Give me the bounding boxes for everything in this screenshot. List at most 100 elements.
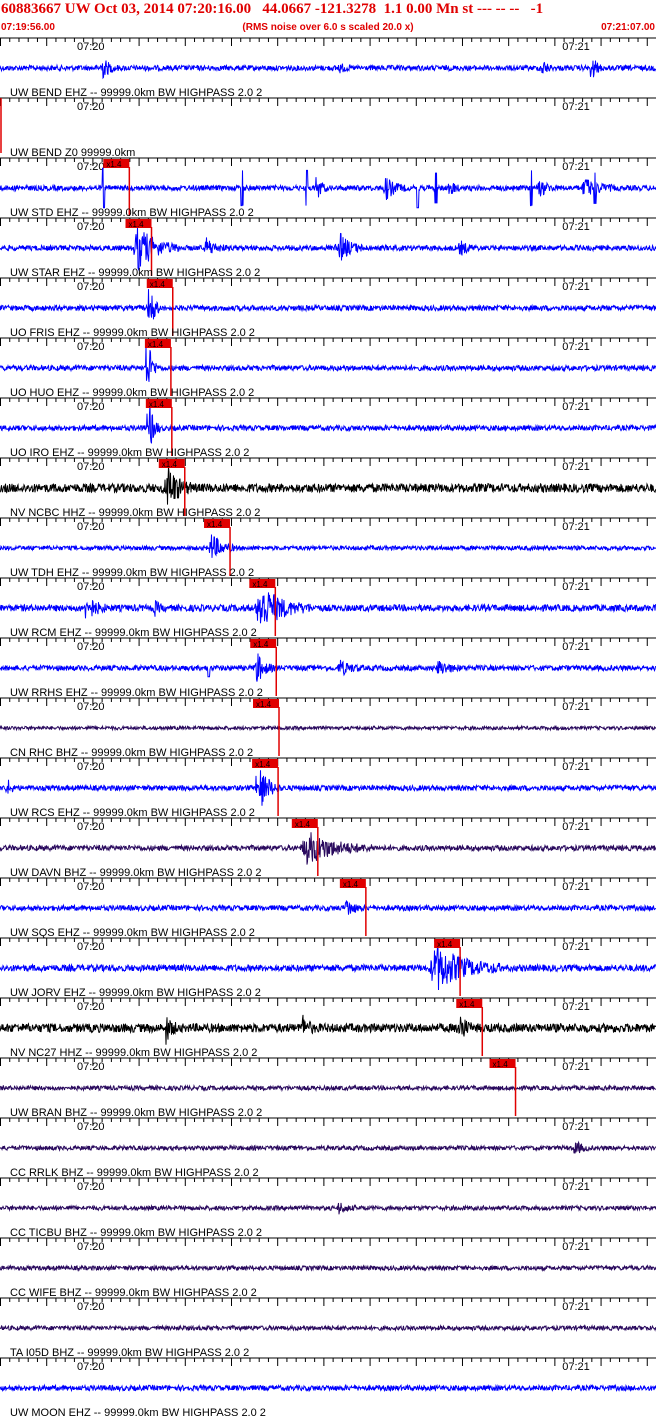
station-label: UW RCS EHZ -- 99999.0km BW HIGHPASS 2.0 … <box>10 807 255 819</box>
pick-flag-label: x1.4 <box>253 640 269 649</box>
time-tick-label: 07:20 <box>77 161 105 173</box>
pick-flag-label: x1.4 <box>207 520 223 529</box>
time-tick-label: 07:20 <box>77 101 105 113</box>
time-tick-label: 07:20 <box>77 221 105 233</box>
time-tick-label: 07:21 <box>562 461 590 473</box>
time-tick-label: 07:20 <box>77 941 105 953</box>
waveform-trace <box>0 946 656 991</box>
station-label: UW RCM EHZ -- 99999.0km BW HIGHPASS 2.0 … <box>10 627 257 639</box>
time-tick-label: 07:21 <box>562 581 590 593</box>
time-tick-label: 07:21 <box>562 1301 590 1313</box>
waveform-trace <box>0 770 656 806</box>
pick-flag-label: x1.4 <box>162 460 178 469</box>
time-tick-label: 07:20 <box>77 581 105 593</box>
time-tick-label: 07:21 <box>562 1121 590 1133</box>
time-tick-label: 07:21 <box>562 1061 590 1073</box>
waveform-trace <box>0 289 656 320</box>
time-tick-label: 07:20 <box>77 641 105 653</box>
pick-flag-label: x1.4 <box>255 760 271 769</box>
station-label: UW BRAN BHZ -- 99999.0km BW HIGHPASS 2.0… <box>10 1107 262 1119</box>
time-tick-label: 07:20 <box>77 41 105 53</box>
station-label: UW TDH EHZ -- 99999.0km BW HIGHPASS 2.0 … <box>10 567 254 579</box>
pick-flag-label: x1.4 <box>149 400 165 409</box>
station-label: UW SQS EHZ -- 99999.0km BW HIGHPASS 2.0 … <box>10 927 255 939</box>
time-tick-label: 07:20 <box>77 1361 105 1373</box>
station-label: UW STD EHZ -- 99999.0km BW HIGHPASS 2.0 … <box>10 207 254 219</box>
time-tick-label: 07:21 <box>562 941 590 953</box>
time-tick-label: 07:21 <box>562 161 590 173</box>
time-tick-label: 07:20 <box>77 1181 105 1193</box>
waveform-trace <box>0 1014 656 1045</box>
time-tick-label: 07:20 <box>77 1241 105 1253</box>
waveform-trace <box>0 1383 656 1393</box>
station-label: CC TICBU BHZ -- 99999.0km BW HIGHPASS 2.… <box>10 1227 262 1239</box>
pick-flag-label: x1.4 <box>295 820 311 829</box>
time-tick-label: 07:21 <box>562 1241 590 1253</box>
pick-flag-label: x1.4 <box>459 1000 475 1009</box>
waveform-trace <box>0 534 656 558</box>
station-label: UW RRHS EHZ -- 99999.0km BW HIGHPASS 2.0… <box>10 687 263 699</box>
time-tick-label: 07:20 <box>77 461 105 473</box>
time-tick-label: 07:21 <box>562 761 590 773</box>
waveform-trace <box>0 653 656 682</box>
station-label: UW BEND EHZ -- 99999.0km BW HIGHPASS 2.0… <box>10 87 262 99</box>
pick-flag-label: x1.4 <box>129 220 145 229</box>
waveform-trace <box>0 900 656 915</box>
station-label: UW MOON EHZ -- 99999.0km BW HIGHPASS 2.0… <box>10 1407 266 1418</box>
station-label: UO HUO EHZ -- 99999.0km BW HIGHPASS 2.0 … <box>10 387 254 399</box>
time-tick-label: 07:21 <box>562 521 590 533</box>
time-tick-label: 07:21 <box>562 641 590 653</box>
time-tick-label: 07:20 <box>77 1061 105 1073</box>
time-tick-label: 07:21 <box>562 101 590 113</box>
time-tick-label: 07:21 <box>562 281 590 293</box>
time-tick-label: 07:21 <box>562 1181 590 1193</box>
pick-flag-label: x1.4 <box>256 700 272 709</box>
time-tick-label: 07:20 <box>77 881 105 893</box>
waveform-trace <box>0 1263 656 1272</box>
pick-flag-label: x1.4 <box>252 580 268 589</box>
waveform-trace <box>0 592 656 624</box>
station-label: CN RHC BHZ -- 99999.0km BW HIGHPASS 2.0 … <box>10 747 253 759</box>
time-tick-label: 07:21 <box>562 821 590 833</box>
time-tick-label: 07:21 <box>562 221 590 233</box>
time-tick-label: 07:20 <box>77 341 105 353</box>
station-label: UW JORV EHZ -- 99999.0km BW HIGHPASS 2.0… <box>10 987 261 999</box>
time-tick-label: 07:20 <box>77 761 105 773</box>
station-label: UW STAR EHZ -- 99999.0km BW HIGHPASS 2.0… <box>10 267 260 279</box>
time-tick-label: 07:20 <box>77 521 105 533</box>
time-tick-label: 07:20 <box>77 401 105 413</box>
station-label: CC RRLK BHZ -- 99999.0km BW HIGHPASS 2.0… <box>10 1167 259 1179</box>
time-tick-label: 07:20 <box>77 701 105 713</box>
time-tick-label: 07:21 <box>562 1361 590 1373</box>
pick-flag-label: x1.4 <box>437 940 453 949</box>
time-tick-label: 07:21 <box>562 341 590 353</box>
station-label: TA I05D BHZ -- 99999.0km BW HIGHPASS 2.0… <box>10 1347 249 1359</box>
pick-flag-label: x1.4 <box>493 1060 509 1069</box>
time-tick-label: 07:21 <box>562 881 590 893</box>
waveform-trace <box>0 724 656 732</box>
station-label: NV NC27 HHZ -- 99999.0km BW HIGHPASS 2.0… <box>10 1047 257 1059</box>
time-tick-label: 07:21 <box>562 1001 590 1013</box>
station-label: UO FRIS EHZ -- 99999.0km BW HIGHPASS 2.0… <box>10 327 255 339</box>
waveform-trace <box>0 832 656 865</box>
time-tick-label: 07:20 <box>77 1001 105 1013</box>
station-label: UW BEND Z0 99999.0km <box>10 147 135 159</box>
station-label: UO IRO EHZ -- 99999.0km BW HIGHPASS 2.0 … <box>10 447 249 459</box>
waveform-trace <box>0 1323 656 1333</box>
time-tick-label: 07:20 <box>77 281 105 293</box>
time-tick-label: 07:20 <box>77 1301 105 1313</box>
seismogram-plot: 07:20 07:21 UW BEND EHZ -- 99999.0km BW HI… <box>0 37 656 1418</box>
pick-flag-label: x1.4 <box>343 880 359 889</box>
station-label: CC WIFE BHZ -- 99999.0km BW HIGHPASS 2.0… <box>10 1287 257 1299</box>
waveform-trace <box>0 1083 656 1093</box>
waveform-trace <box>0 1202 656 1215</box>
pick-flag-label: x1.4 <box>150 280 166 289</box>
waveform-trace <box>0 60 656 80</box>
waveform-trace <box>0 1140 656 1154</box>
waveform-trace <box>0 167 656 209</box>
time-tick-label: 07:20 <box>77 821 105 833</box>
time-tick-label: 07:20 <box>77 1121 105 1133</box>
time-tick-label: 07:21 <box>562 41 590 53</box>
pick-flag-label: x1.4 <box>106 160 122 169</box>
time-tick-label: 07:21 <box>562 701 590 713</box>
